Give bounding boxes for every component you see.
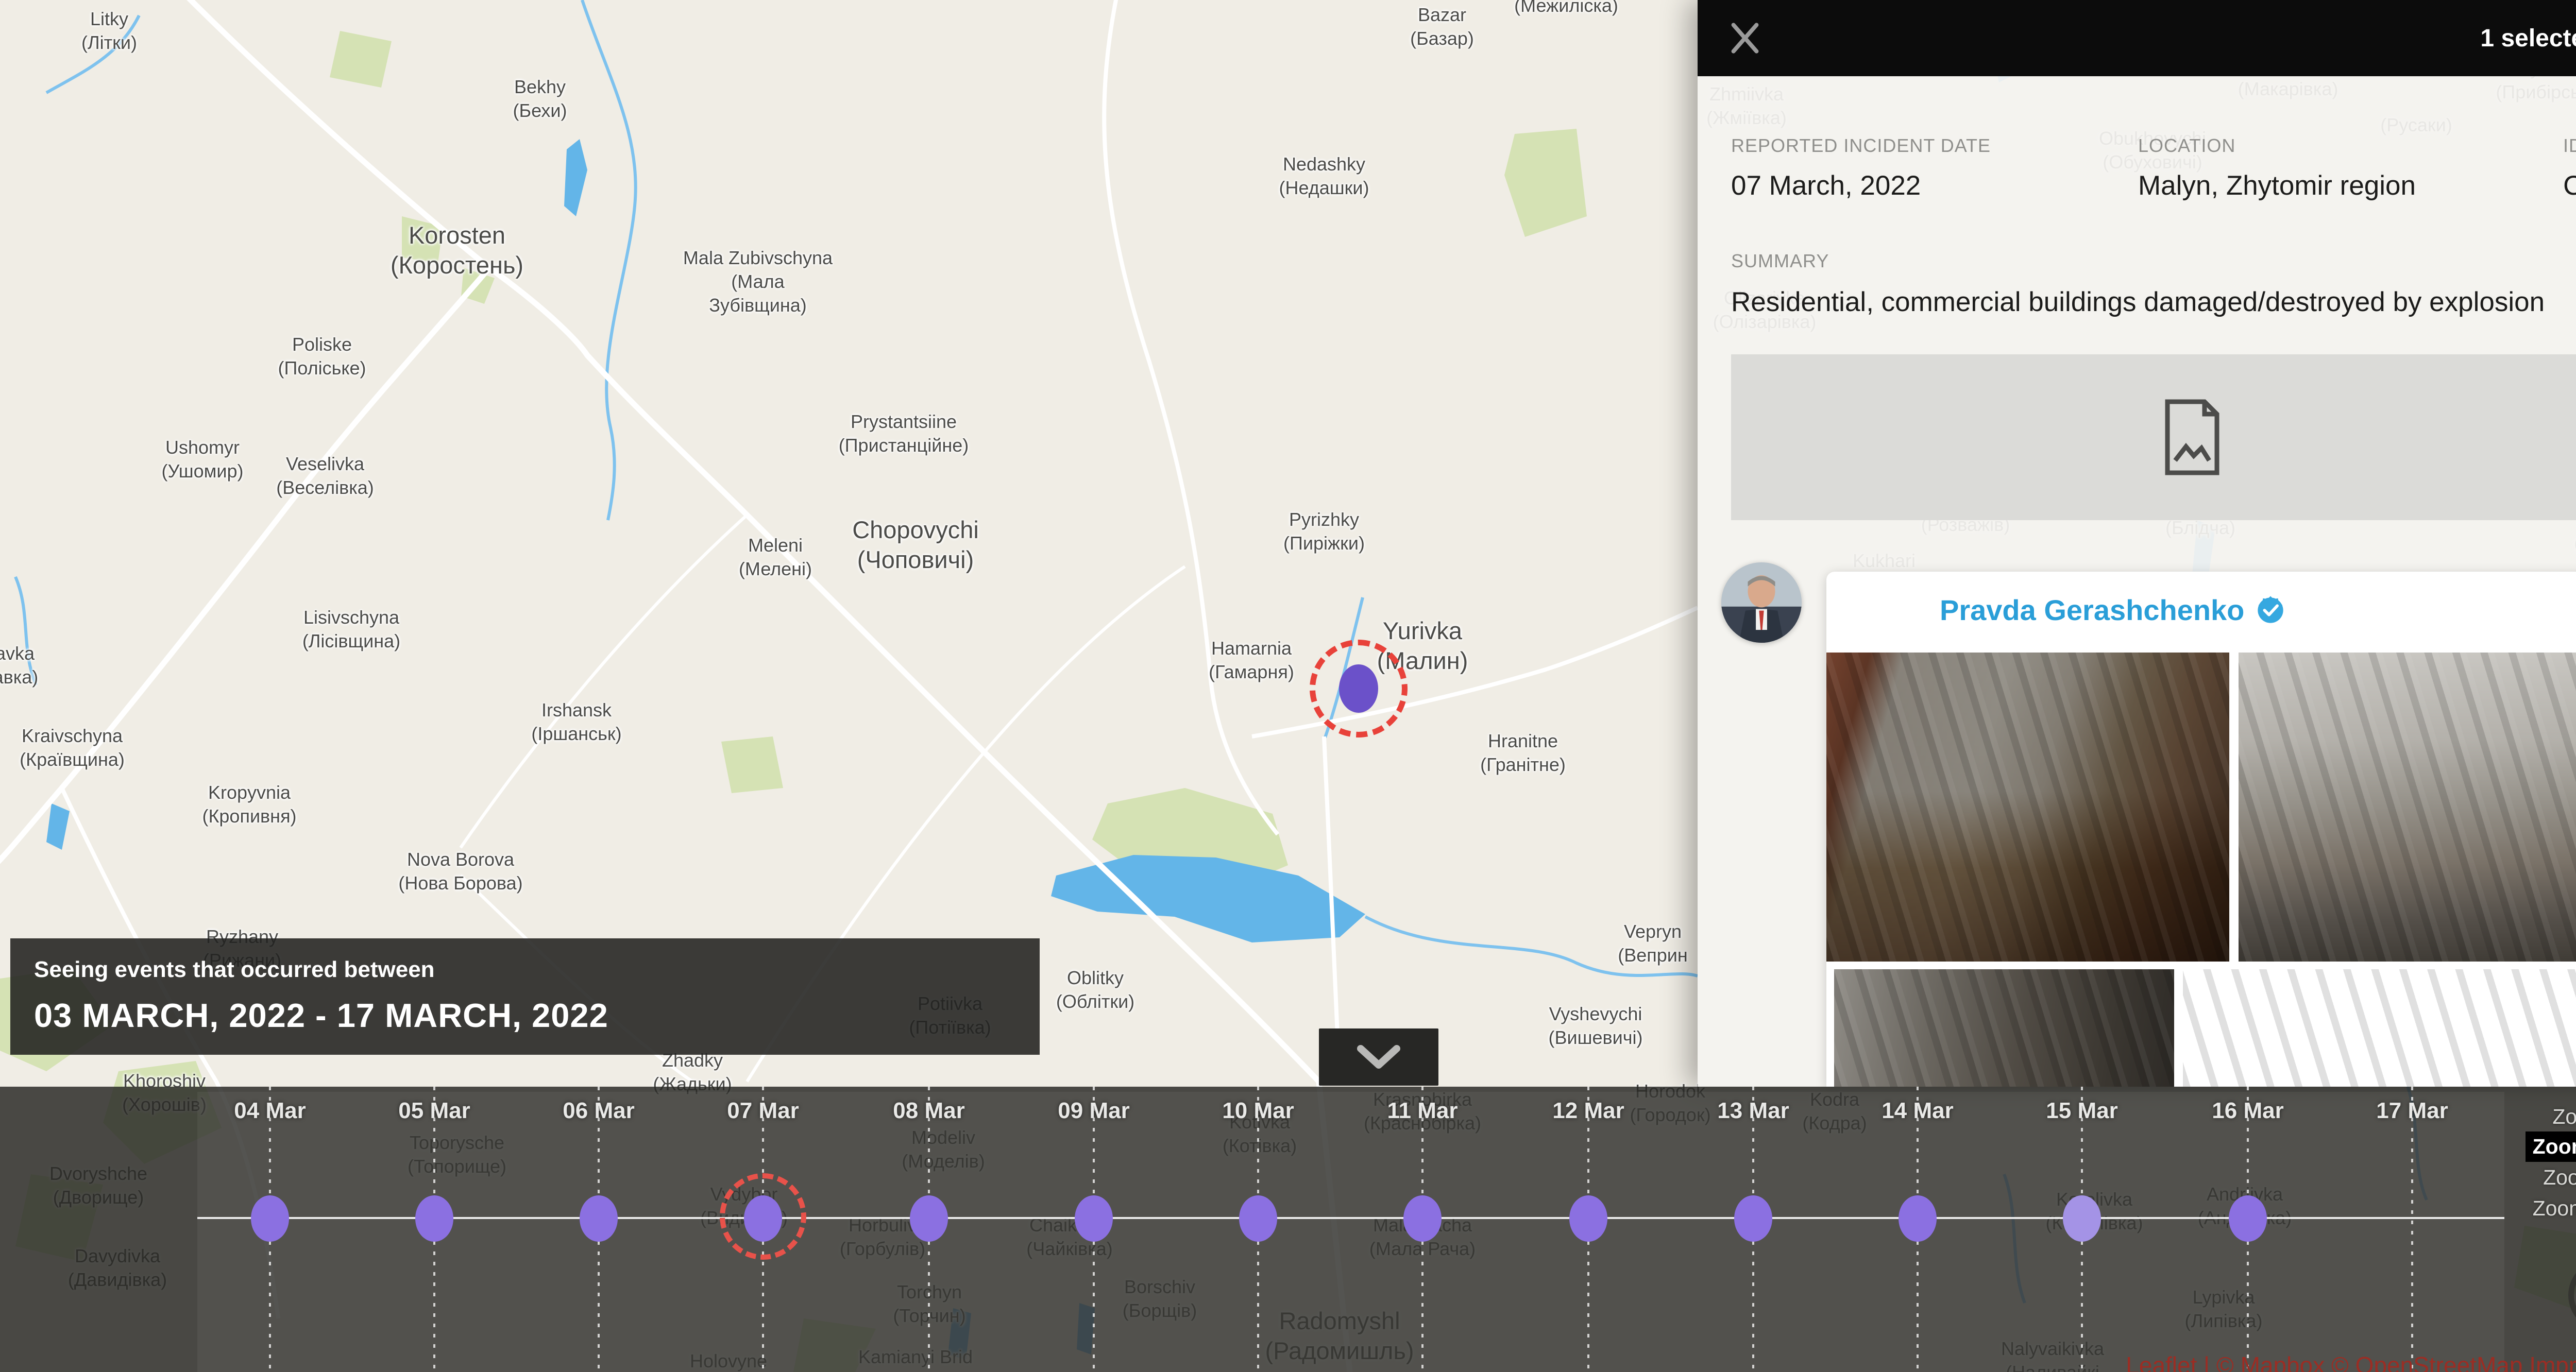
map-label: Nova Borova(Нова Борова)	[398, 848, 522, 895]
rubble-texture	[2239, 653, 2576, 962]
map-label: Oblitky(Облітки)	[1056, 966, 1134, 1014]
timeline-event-dot[interactable]	[2229, 1195, 2267, 1242]
location-label: LOCATION	[2138, 135, 2235, 157]
timeline-event-dot[interactable]	[744, 1195, 782, 1242]
smoldering-ruins-photo[interactable]	[2239, 653, 2576, 962]
timeline-event-dot[interactable]	[415, 1195, 453, 1242]
map-label: Prystantsiine(Пристанційне)	[839, 410, 969, 457]
timeline-event-dot[interactable]	[251, 1195, 289, 1242]
date-range-overlay: Seeing events that occurred between 03 M…	[10, 938, 1040, 1055]
burned-wall-photo[interactable]	[1834, 969, 2174, 1087]
timeline-date-label: 16 Mar	[2212, 1098, 2283, 1124]
chevron-down-icon	[1355, 1044, 1402, 1070]
telegram-channel-link[interactable]: Pravda Gerashchenko	[1940, 593, 2285, 627]
rubble-texture	[1834, 969, 2174, 1087]
broken-image-icon	[2161, 399, 2223, 476]
incident-date-label: REPORTED INCIDENT DATE	[1731, 135, 1991, 157]
timeline-event-dot[interactable]	[1403, 1195, 1442, 1242]
map-label: Litky(Літки)	[81, 7, 137, 55]
range-caption: Seeing events that occurred between	[34, 957, 1016, 983]
timeline-event-dot[interactable]	[1075, 1195, 1113, 1242]
map-attribution[interactable]: Leaflet | © Mapbox © OpenStreetMap Impro…	[2126, 1351, 2576, 1372]
rubble-texture	[1826, 653, 2229, 962]
map-label: Bazar(Базар)	[1410, 3, 1474, 50]
timeline-date-label: 08 Mar	[893, 1098, 964, 1124]
mapbox-logo[interactable]: ✦ mapbox	[2568, 1259, 2576, 1331]
event-detail-panel: 1 selected events REPORTED INCIDENT DATE…	[1698, 0, 2576, 1087]
timeline-event-dot[interactable]	[2063, 1195, 2101, 1242]
timeline-date-label: 04 Mar	[234, 1098, 306, 1124]
map-label: Bekhy(Бехи)	[513, 75, 567, 123]
mapbox-logo-icon: ✦	[2568, 1259, 2576, 1331]
timeline-date-label: 14 Mar	[1882, 1098, 1953, 1124]
destroyed-brick-house-photo[interactable]	[1826, 653, 2229, 962]
timeline-zoom-option[interactable]: Zoom to 1 month	[2536, 1162, 2576, 1193]
timeline-zoom-option[interactable]: Zoom to 1 week	[2545, 1102, 2576, 1132]
timeline-date-label: 11 Mar	[1387, 1098, 1458, 1124]
map-label: Vepryn(Веприн	[1618, 920, 1688, 967]
map-label: Hamarnia(Гамарня)	[1209, 637, 1294, 684]
id-label: ID	[2563, 135, 2576, 157]
location-value: Malyn, Zhytomir region	[2138, 170, 2416, 201]
timeline-event-dot[interactable]	[580, 1195, 618, 1242]
map-label: Pyrizhky(Пиріжки)	[1283, 508, 1365, 555]
timeline-date-label: 15 Mar	[2046, 1098, 2117, 1124]
rubble-texture	[2183, 969, 2576, 1087]
map-label: Kraivschyna(Краївщина)	[20, 724, 125, 771]
map-label: Veselivka(Веселівка)	[276, 452, 374, 500]
timeline-date-label: 12 Mar	[1552, 1098, 1624, 1124]
timeline-gridline	[2411, 1087, 2413, 1372]
burning-building-photo[interactable]	[2183, 969, 2576, 1087]
timeline-zoom-option[interactable]: Zoom to 2 weeks	[2526, 1131, 2576, 1162]
panel-header: 1 selected events	[1698, 0, 2576, 76]
timeline-event-dot[interactable]	[910, 1195, 948, 1242]
timeline-track	[197, 1092, 2504, 1372]
timeline-axis-line	[197, 1217, 2504, 1219]
timeline-date-label: 07 Mar	[727, 1098, 799, 1124]
timeline-date-label: 05 Mar	[398, 1098, 470, 1124]
map-label: Meleni(Мелені)	[739, 534, 812, 581]
map-label: Irshansk(Іршанськ)	[531, 698, 621, 746]
timeline-date-label: 17 Mar	[2376, 1098, 2448, 1124]
summary-value: Residential, commercial buildings damage…	[1731, 286, 2545, 318]
media-placeholder	[1731, 354, 2576, 520]
map-label: Poliske(Поліське)	[278, 333, 366, 380]
telegram-channel-name[interactable]: Pravda Gerashchenko	[1940, 593, 2244, 627]
timeline-strip[interactable]: 04 Mar 05 Mar 06 Mar 07 Mar 08 Mar 09 Mar 10 M…	[0, 1087, 2576, 1372]
timeline-zoom-option[interactable]: Zoom to 3 months	[2526, 1193, 2576, 1224]
map-label: Hranitne(Гранітне)	[1480, 729, 1566, 777]
timeline-event-dot[interactable]	[1899, 1195, 1937, 1242]
map-label: Korosten(Коростень)	[391, 220, 523, 280]
map-label: Ushomyr(Ушомир)	[161, 436, 243, 483]
event-marker[interactable]	[1339, 664, 1378, 713]
map-label: Vyshevychi(Вишевичі)	[1549, 1002, 1643, 1050]
timeline-collapse-button[interactable]	[1319, 1028, 1438, 1086]
map-label: Chopovychi(Чоповичі)	[852, 515, 979, 575]
timeline-date-label: 10 Mar	[1222, 1098, 1294, 1124]
timeline-event-dot[interactable]	[1734, 1195, 1772, 1242]
map-label: Kropyvnia(Кропивня)	[202, 781, 296, 828]
close-icon[interactable]	[1726, 20, 1764, 57]
app-root: Litky(Літки) Bazar(Базар) (Межиліска) Bekhy…	[0, 0, 2576, 1372]
timeline-event-dot[interactable]	[1239, 1195, 1277, 1242]
timeline-date-label: 13 Mar	[1717, 1098, 1789, 1124]
timeline-date-label: 09 Mar	[1058, 1098, 1129, 1124]
map-label: Mala Zubivschyna(МалаЗубівщина)	[683, 246, 833, 317]
id-value: CIV0234	[2563, 170, 2576, 201]
incident-date-value: 07 March, 2022	[1731, 170, 1921, 201]
timeline-date-label: 06 Mar	[563, 1098, 634, 1124]
range-dates: 03 MARCH, 2022 - 17 MARCH, 2022	[34, 996, 1016, 1035]
map-label: Lisivschyna(Лісівщина)	[302, 606, 400, 653]
selected-events-count: 1 selected events	[2480, 24, 2576, 53]
verified-badge-icon	[2256, 595, 2285, 625]
map-label: Nedashky(Недашки)	[1279, 152, 1369, 200]
map-label: (Межиліска)	[1514, 0, 1618, 18]
map-label: shavka(шавка)	[0, 642, 38, 689]
summary-label: SUMMARY	[1731, 250, 1829, 272]
timeline-event-dot[interactable]	[1569, 1195, 1607, 1242]
avatar	[1721, 562, 1802, 643]
